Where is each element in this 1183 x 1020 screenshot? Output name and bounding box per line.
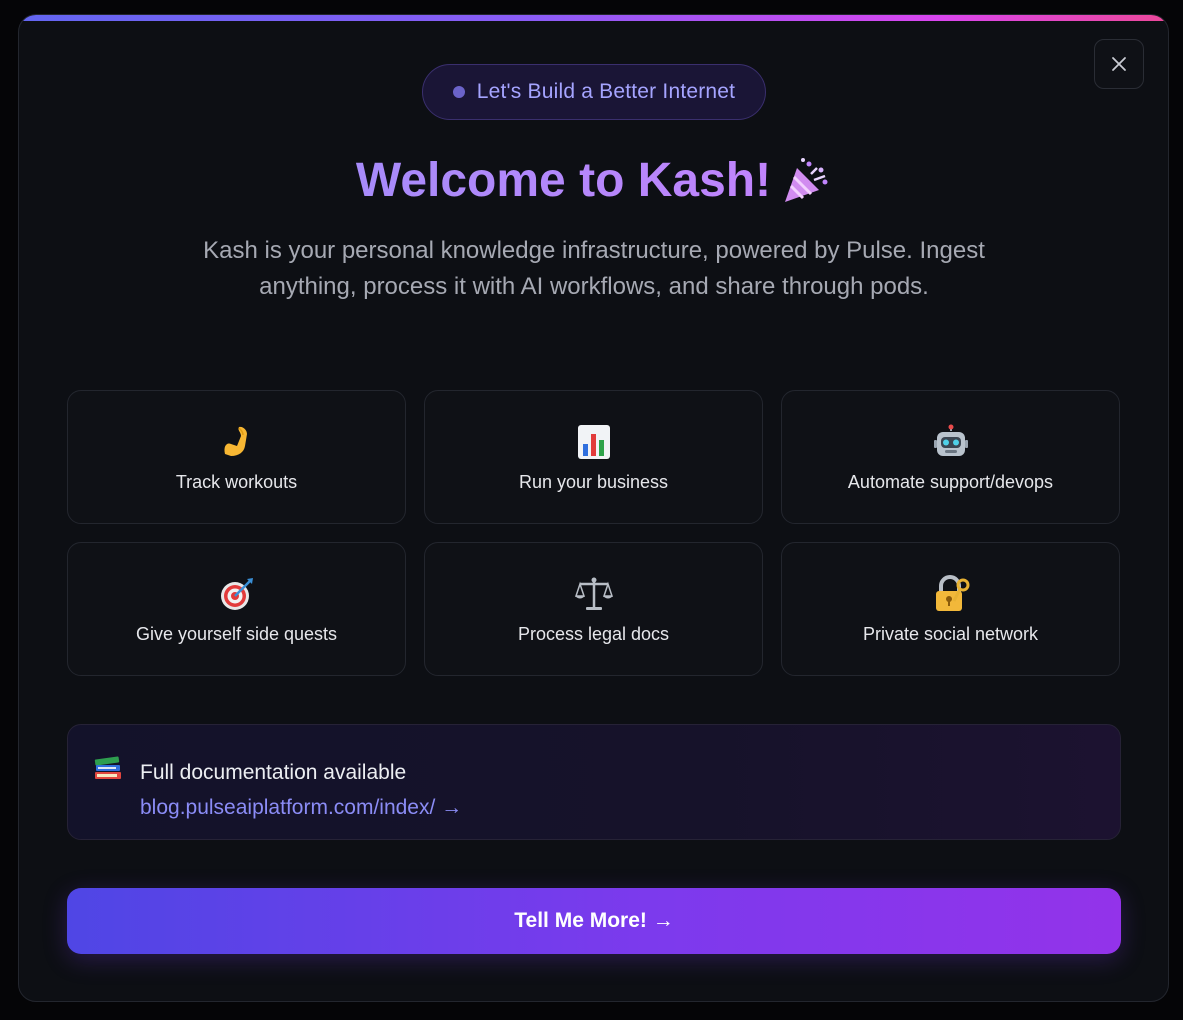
- use-case-label: Run your business: [518, 471, 669, 492]
- use-case-label: Process legal docs: [517, 623, 670, 644]
- target-icon: [217, 574, 257, 614]
- scales-icon: [574, 574, 614, 614]
- robot-icon: [931, 422, 971, 462]
- gradient-top-bar: [19, 15, 1168, 21]
- use-case-label: Track workouts: [175, 471, 298, 492]
- badge-text: Let's Build a Better Internet: [476, 80, 736, 103]
- documentation-callout: Full documentation available blog.pulsea…: [67, 724, 1121, 840]
- party-popper-icon: [785, 157, 828, 202]
- title-row: Welcome to Kash!: [19, 153, 1168, 208]
- use-case-card[interactable]: Private social network: [781, 542, 1120, 676]
- tagline-badge: Let's Build a Better Internet: [422, 64, 766, 120]
- documentation-title: Full documentation available: [140, 761, 407, 784]
- tell-me-more-button[interactable]: Tell Me More! →: [67, 888, 1121, 954]
- use-case-label: Give yourself side quests: [135, 623, 338, 644]
- page-title: Welcome to Kash!: [355, 154, 772, 207]
- use-case-label: Automate support/devops: [847, 471, 1054, 492]
- use-case-label: Private social network: [862, 623, 1039, 644]
- use-case-card[interactable]: Process legal docs: [424, 542, 763, 676]
- bar-chart-icon: [574, 422, 614, 462]
- close-button[interactable]: [1094, 39, 1144, 89]
- books-icon: [94, 756, 121, 779]
- lock-key-icon: [931, 574, 971, 614]
- use-case-card[interactable]: Track workouts: [67, 390, 406, 524]
- use-case-grid: Track workouts Run your business Automat…: [67, 390, 1121, 676]
- use-case-card[interactable]: Run your business: [424, 390, 763, 524]
- badge-dot: [452, 86, 465, 98]
- use-case-card[interactable]: Automate support/devops: [781, 390, 1120, 524]
- close-icon: [1112, 57, 1126, 71]
- flexed-biceps-icon: [217, 422, 257, 462]
- welcome-modal: Let's Build a Better Internet Welcome to…: [18, 14, 1169, 1002]
- intro-description: Kash is your personal knowledge infrastr…: [203, 237, 985, 300]
- use-case-card[interactable]: Give yourself side quests: [67, 542, 406, 676]
- documentation-link[interactable]: blog.pulseaiplatform.com/index/ →: [140, 796, 462, 820]
